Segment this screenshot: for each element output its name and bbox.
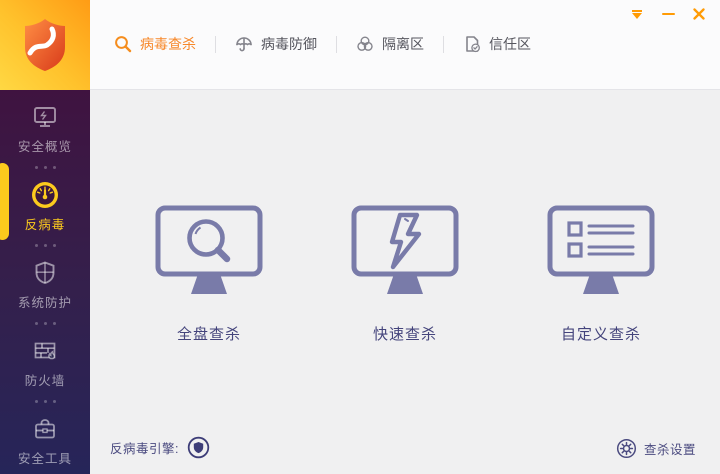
magnifier-monitor-icon <box>155 205 263 294</box>
menu-bar-shape <box>632 9 642 12</box>
umbrella-icon <box>235 35 253 53</box>
scan-options-row: 全盘查杀 快速查杀 自定义查杀 <box>90 205 720 344</box>
minimize-icon <box>661 12 675 16</box>
scan-option-label: 全盘查杀 <box>176 326 241 343</box>
scan-option-label: 快速查杀 <box>372 326 437 343</box>
dots-separator <box>34 387 56 415</box>
gear-icon <box>616 438 637 459</box>
top-navigation: 病毒查杀 病毒防御 隔离区 信任区 <box>114 0 531 88</box>
sidebar-item-firewall[interactable]: 防火墙 <box>0 337 90 388</box>
quick-scan-option[interactable]: 快速查杀 <box>349 205 461 344</box>
tab-separator <box>443 35 444 53</box>
tab-separator <box>215 35 216 53</box>
minimize-button[interactable] <box>661 7 675 21</box>
antivirus-app-window: 病毒查杀 病毒防御 隔离区 信任区 安全概览 反病毒 系统防护 防火墙 安全工具… <box>0 0 720 474</box>
sidebar-item-system-protection[interactable]: 系统防护 <box>0 259 90 310</box>
toolbox-icon <box>31 415 59 443</box>
dots-separator <box>34 231 56 259</box>
shield-icon <box>31 259 59 287</box>
main-menu-button[interactable] <box>630 7 644 21</box>
tab-label: 信任区 <box>489 36 531 52</box>
active-item-indicator <box>0 163 9 240</box>
tab-virus-defense[interactable]: 病毒防御 <box>235 34 317 54</box>
close-icon <box>693 8 705 20</box>
close-button[interactable] <box>692 7 706 21</box>
checklist-monitor-icon <box>547 205 655 294</box>
sidebar-item-security-overview[interactable]: 安全概览 <box>0 103 90 154</box>
tab-quarantine[interactable]: 隔离区 <box>356 34 424 54</box>
shield-logo-icon <box>25 19 65 71</box>
trusted-file-icon <box>463 35 481 53</box>
dots-separator <box>34 309 56 337</box>
firewall-icon <box>31 337 59 365</box>
tab-trust-zone[interactable]: 信任区 <box>463 34 531 54</box>
engine-status: 反病毒引擎: <box>110 436 210 459</box>
sidebar-item-security-tools[interactable]: 安全工具 <box>0 415 90 466</box>
scan-settings-label: 查杀设置 <box>643 443 696 457</box>
tab-label: 隔离区 <box>382 36 424 52</box>
monitor-overview-icon <box>31 103 59 131</box>
scan-settings-button[interactable]: 查杀设置 <box>616 438 696 459</box>
tab-separator <box>336 35 337 53</box>
app-logo <box>0 0 90 90</box>
sidebar: 安全概览 反病毒 系统防护 防火墙 安全工具 <box>0 90 90 474</box>
dots-separator <box>34 153 56 181</box>
engine-label: 反病毒引擎: <box>110 442 179 456</box>
main-content: 全盘查杀 快速查杀 自定义查杀 反病毒引擎: 查杀设置 <box>90 90 720 474</box>
sidebar-item-label: 安全工具 <box>17 452 72 466</box>
custom-scan-option[interactable]: 自定义查杀 <box>545 205 657 344</box>
full-scan-option[interactable]: 全盘查杀 <box>153 205 265 344</box>
search-icon <box>114 35 132 53</box>
top-bar: 病毒查杀 病毒防御 隔离区 信任区 <box>90 0 720 90</box>
sidebar-item-antivirus[interactable]: 反病毒 <box>0 181 90 232</box>
window-controls <box>630 7 706 21</box>
scan-option-label: 自定义查杀 <box>560 326 641 343</box>
tab-label: 病毒查杀 <box>140 36 196 52</box>
biohazard-icon <box>356 35 374 53</box>
tab-label: 病毒防御 <box>261 36 317 52</box>
chevron-down-icon <box>632 12 642 19</box>
lightning-monitor-icon <box>351 205 459 294</box>
gauge-icon <box>31 181 59 209</box>
engine-shield-badge-icon[interactable] <box>187 436 210 459</box>
tab-virus-scan[interactable]: 病毒查杀 <box>114 34 196 54</box>
